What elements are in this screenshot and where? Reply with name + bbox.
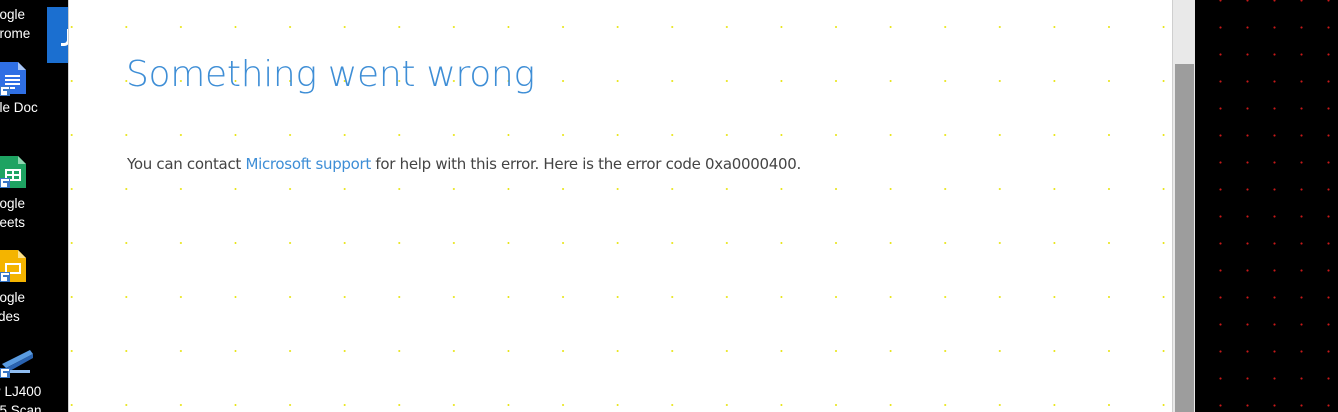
shortcut-arrow-icon: [0, 272, 10, 282]
error-dialog: Something went wrong You can contact Mic…: [68, 0, 1173, 412]
shortcut-arrow-icon: [0, 178, 10, 188]
shortcut-label: lides: [0, 309, 20, 324]
desktop-icons-strip: oogle hrome gle Doc: [0, 0, 47, 412]
error-message: You can contact Microsoft support for he…: [127, 155, 801, 173]
vertical-scrollbar[interactable]: [1173, 0, 1195, 412]
error-message-prefix: You can contact: [127, 155, 246, 173]
shortcut-label: oogle: [0, 7, 26, 22]
shortcut-label: oogle: [0, 290, 26, 305]
shortcut-label: oogle: [0, 196, 26, 211]
shortcut-label: gle Doc: [0, 100, 38, 115]
shortcut-label: 25 Scan: [0, 403, 42, 412]
shortcut-label: P LJ400: [0, 384, 42, 399]
desktop-shortcut-hp-scanner[interactable]: P LJ400 25 Scan: [0, 342, 47, 412]
error-title: Something went wrong: [126, 54, 535, 95]
shortcut-label: heets: [0, 215, 26, 230]
microsoft-support-link[interactable]: Microsoft support: [245, 155, 371, 173]
desktop-shortcut-google-chrome[interactable]: oogle hrome: [0, 0, 47, 44]
desktop-background: [1195, 0, 1338, 412]
shortcut-arrow-icon: [0, 368, 10, 378]
error-message-suffix: for help with this error. Here is the er…: [370, 155, 801, 173]
shortcut-arrow-icon: [0, 86, 10, 96]
scrollbar-thumb[interactable]: [1175, 64, 1194, 412]
desktop-shortcut-google-sheets[interactable]: oogle heets: [0, 152, 47, 232]
desktop-shortcut-google-docs[interactable]: gle Doc: [0, 58, 47, 118]
desktop-shortcut-google-slides[interactable]: oogle lides: [0, 248, 47, 328]
shortcut-label: hrome: [0, 26, 31, 41]
